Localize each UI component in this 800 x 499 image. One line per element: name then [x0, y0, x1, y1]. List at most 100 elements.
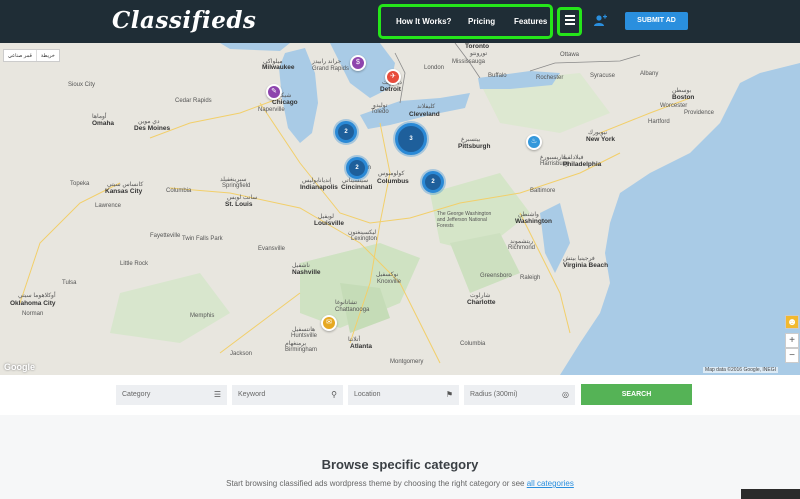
tag-icon[interactable]: ✎	[266, 84, 282, 100]
map-label: Buffalo	[488, 73, 507, 79]
map-label: توليدو	[373, 103, 388, 109]
map-label: شارلوت	[470, 293, 491, 299]
map-label: Cleveland	[409, 111, 440, 118]
gift-icon[interactable]: ♨	[526, 134, 542, 150]
map-label: Omaha	[92, 120, 115, 127]
nav-features[interactable]: Features	[514, 17, 547, 26]
map-label: Norman	[22, 311, 44, 317]
map-label: London	[424, 65, 445, 71]
map-label: أوماها	[92, 114, 107, 120]
map-label: Toledo	[371, 109, 389, 115]
map-label: أوكلاهوما سيتي	[18, 293, 56, 299]
megaphone-icon[interactable]: ✉	[321, 315, 337, 331]
map-canvas[interactable]: قمر صناعي خريطة Toronto تورونتو Mississa…	[0, 43, 800, 375]
map-label: فيلادلفيا	[564, 155, 584, 161]
nav-how-it-works[interactable]: How It Works?	[396, 17, 451, 26]
add-user-icon[interactable]	[593, 14, 607, 28]
map-label: Little Rock	[120, 261, 149, 267]
all-categories-link[interactable]: all categories	[527, 479, 574, 488]
map-label: Rochester	[536, 75, 564, 81]
map-label: Nashville	[292, 269, 321, 276]
map-label: Oklahoma City	[10, 300, 56, 307]
map-label: Philadelphia	[563, 161, 602, 168]
map-label: Lexington	[351, 236, 378, 242]
map-label: سانت لويس	[227, 195, 258, 201]
map-type-map[interactable]: خريطة	[37, 50, 59, 61]
pegman-icon[interactable]: ☻	[785, 315, 799, 329]
location-input[interactable]: Location ⚑	[348, 385, 459, 405]
map-label: St. Louis	[225, 201, 253, 208]
map-cluster-marker[interactable]: 2	[335, 121, 357, 143]
map-label: Virginia Beach	[563, 262, 609, 269]
map-label: Atlanta	[350, 343, 373, 350]
zoom-out-button[interactable]: −	[785, 348, 799, 363]
map-label: Albany	[640, 71, 659, 77]
map-cluster-marker[interactable]: 3	[395, 123, 427, 155]
map-label: ليكسينغتون	[348, 230, 377, 236]
radius-select[interactable]: Radius (300mi) ◎	[464, 385, 575, 405]
map-label: سبرينغفيلد	[220, 177, 247, 183]
map-label: Evansville	[258, 246, 286, 252]
map-label: The George Washington and Jefferson Nati…	[437, 211, 492, 229]
map-label: Montgomery	[390, 359, 424, 365]
hamburger-icon[interactable]	[565, 15, 575, 25]
top-navbar: Classifieds How It Works? Pricing Featur…	[0, 0, 800, 43]
map-label: Pittsburgh	[458, 143, 491, 150]
map-label: Jackson	[230, 351, 253, 357]
map-label: تشاتانوغا	[335, 300, 358, 306]
map-label: Toronto	[465, 43, 490, 50]
list-icon: ☰	[213, 390, 221, 399]
map-label: Cincinnati	[341, 184, 373, 191]
map-label: أتلانتا	[348, 337, 361, 343]
map-label: Detroit	[380, 86, 401, 93]
map-label: Kansas City	[105, 188, 143, 195]
category-placeholder: Category	[122, 391, 151, 398]
map-label: Hartford	[648, 119, 670, 125]
map-cluster-marker[interactable]: 2	[346, 157, 368, 179]
map-label: كليفلاند	[417, 104, 436, 110]
map-label: Columbia	[460, 341, 486, 347]
dollar-icon[interactable]: $	[350, 55, 366, 71]
map-label: Grand Rapids	[312, 66, 350, 72]
map-label: Columbia	[166, 188, 192, 194]
map-label: هاريسبورغ	[540, 155, 567, 161]
map-label: فرجينيا بيتش	[563, 256, 595, 262]
map-label: كانساس سيتي	[107, 182, 144, 188]
map-label: برمنغهام	[285, 341, 307, 347]
map-label: Huntsville	[291, 333, 318, 339]
map-label: Syracuse	[590, 73, 616, 79]
zoom-in-button[interactable]: +	[785, 333, 799, 348]
map-label: Richmond	[508, 245, 536, 251]
map-label: جراند رابيدز	[312, 59, 342, 65]
map-label: Milwaukee	[262, 64, 295, 71]
site-logo[interactable]: Classifieds	[112, 7, 256, 34]
car-icon[interactable]: ✈	[385, 69, 401, 85]
corner-overlay	[741, 489, 800, 499]
map-label: Worcester	[660, 103, 688, 109]
section-title: Browse specific category	[321, 457, 479, 472]
radius-placeholder: Radius (300mi)	[470, 391, 518, 398]
map-label: Chicago	[272, 99, 298, 106]
google-logo: Google	[4, 362, 35, 372]
map-type-satellite[interactable]: قمر صناعي	[4, 50, 37, 61]
map-label: إنديانابوليس	[302, 178, 332, 184]
map-label: Ottawa	[560, 52, 580, 58]
keyword-input[interactable]: Keyword ⚲	[232, 385, 343, 405]
nav-pricing[interactable]: Pricing	[468, 17, 495, 26]
map-label: نيويورك	[588, 130, 608, 136]
map-label: Charlotte	[467, 299, 496, 306]
map-label: Lawrence	[95, 203, 122, 209]
subtitle-text: Start browsing classified ads wordpress …	[226, 479, 525, 488]
map-cluster-marker[interactable]: 2	[422, 171, 444, 193]
map-label: Knoxville	[377, 279, 402, 285]
map-label: Baltimore	[530, 188, 556, 194]
search-icon: ⚲	[331, 390, 337, 399]
map-label: بيتسبرغ	[461, 137, 481, 143]
map-attribution[interactable]: Map data ©2016 Google, INEGI	[703, 367, 778, 373]
category-select[interactable]: Category ☰	[116, 385, 227, 405]
map-type-toggle[interactable]: قمر صناعي خريطة	[3, 49, 60, 62]
search-button[interactable]: SEARCH	[581, 384, 692, 405]
map-label: هانتسفيل	[292, 327, 316, 333]
submit-ad-button[interactable]: SUBMIT AD	[625, 12, 688, 30]
map-label: Louisville	[314, 220, 344, 227]
